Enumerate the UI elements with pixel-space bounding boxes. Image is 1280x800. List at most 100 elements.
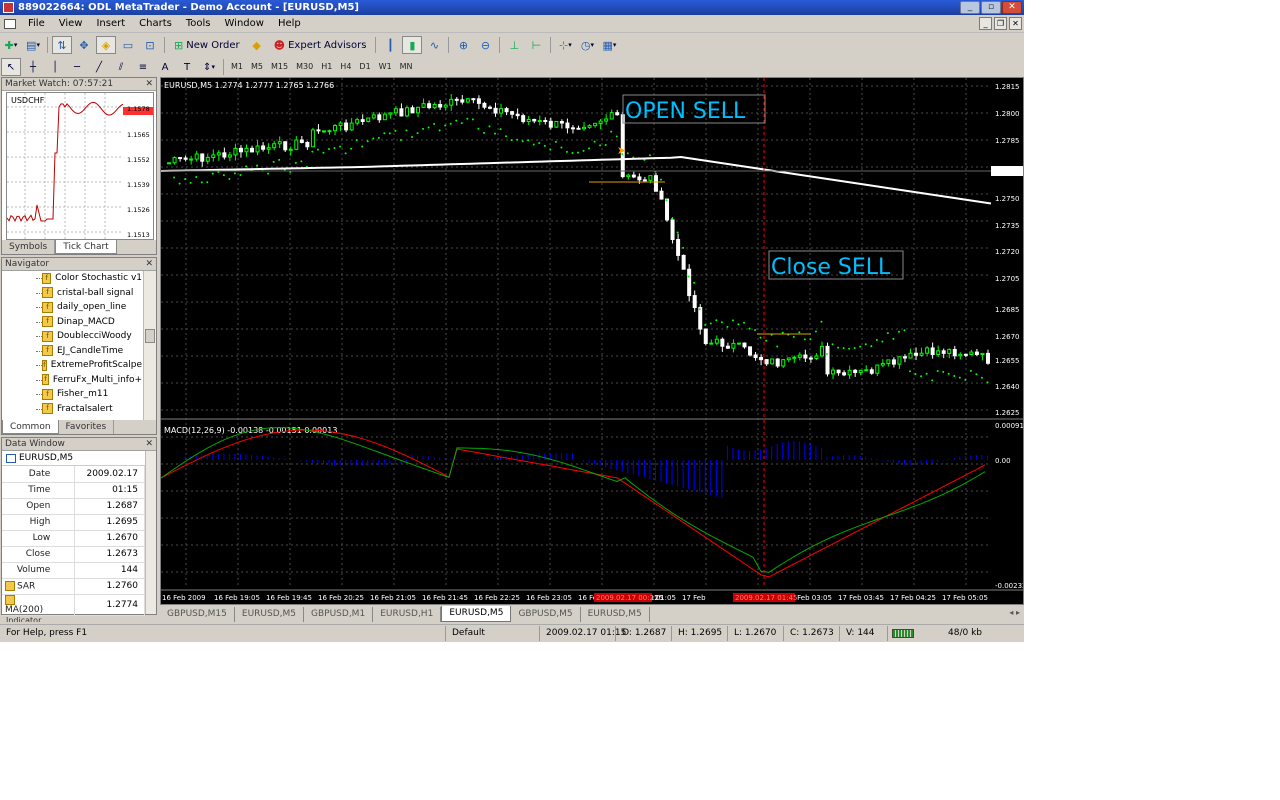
strategy-tester-button[interactable]: ⊡ (140, 36, 160, 54)
navigator-scrollbar[interactable] (143, 271, 156, 421)
navigator-item[interactable]: f cristal-ball signal (2, 286, 142, 301)
navigator-item[interactable]: f ExtremeProfitScalpe (2, 358, 142, 373)
candle-body (349, 122, 354, 131)
data-window-button[interactable]: ◈ (96, 36, 116, 54)
price-axis-label: 1.2785 (995, 137, 1020, 145)
minimize-icon[interactable]: _ (960, 1, 980, 14)
navigator-button[interactable]: ✥ (74, 36, 94, 54)
chart-tab[interactable]: EURUSD,M5 (235, 607, 305, 622)
timeframe-mn-button[interactable]: MN (396, 59, 417, 75)
profiles-button[interactable]: ▤ ▾ (23, 36, 43, 54)
cursor-button[interactable]: ↖ (1, 58, 21, 76)
navigator-item[interactable]: f Fisher_m11 (2, 387, 142, 402)
sar-dot (521, 140, 524, 143)
sar-dot (294, 161, 297, 164)
crosshair-button[interactable]: ┼ (23, 58, 43, 76)
expert-advisors-button[interactable]: ☻ Expert Advisors (269, 36, 372, 54)
indicators-button[interactable]: ⊹ ▾ (555, 36, 575, 54)
zoom-in-button[interactable]: ⊕ (453, 36, 473, 54)
horizontal-line-button[interactable]: ─ (67, 58, 87, 76)
time-axis-label: 16 Feb 19:45 (266, 594, 312, 602)
menu-view[interactable]: View (52, 15, 90, 33)
sar-dot (754, 328, 757, 331)
arrows-button[interactable]: ⇕ ▾ (199, 58, 219, 76)
chart-tab[interactable]: EURUSD,M5 (581, 607, 650, 622)
data-window-scrollbar[interactable] (145, 451, 156, 614)
menu-charts[interactable]: Charts (132, 15, 179, 33)
sar-dot (842, 347, 845, 350)
maximize-icon[interactable]: ▫ (981, 1, 1001, 14)
text-button[interactable]: A (155, 58, 175, 76)
navigator-item-label: Fisher_m11 (57, 389, 109, 400)
sar-dot (411, 136, 413, 139)
navigator-item[interactable]: f Dinap_MACD (2, 315, 142, 330)
tab-scroll-arrows-icon[interactable]: ◂ ▸ (1009, 608, 1020, 617)
fibonacci-button[interactable]: ≡ (133, 58, 153, 76)
timeframe-w1-button[interactable]: W1 (375, 59, 396, 75)
text-label-button[interactable]: T (177, 58, 197, 76)
tab-tick-chart[interactable]: Tick Chart (55, 240, 117, 254)
chart-tab-active[interactable]: EURUSD,M5 (441, 606, 512, 622)
zoom-out-button[interactable]: ⊖ (475, 36, 495, 54)
menu-file[interactable]: File (21, 15, 52, 33)
auto-scroll-button[interactable]: ⊥ (504, 36, 524, 54)
metatrader-window: 889022664: ODL MetaTrader - Demo Account… (0, 0, 1024, 642)
navigator-item[interactable]: f EJ_CandleTime (2, 344, 142, 359)
mdi-close-icon[interactable]: ✕ (1009, 17, 1022, 30)
menu-help[interactable]: Help (271, 15, 308, 33)
navigator-item[interactable]: f Color Stochastic v1 (2, 271, 142, 286)
candle-body (681, 254, 686, 270)
timeframe-h1-button[interactable]: H1 (317, 59, 336, 75)
candlestick-button[interactable]: ▮ (402, 36, 423, 54)
menu-window[interactable]: Window (218, 15, 271, 33)
trendline-button[interactable]: ╱ (89, 58, 109, 76)
close-icon[interactable]: ✕ (145, 78, 153, 91)
templates-button[interactable]: ▦ ▾ (599, 36, 619, 54)
close-icon[interactable]: ✕ (145, 438, 153, 451)
close-icon[interactable]: ✕ (145, 258, 153, 271)
menu-insert[interactable]: Insert (89, 15, 132, 33)
close-icon[interactable]: ✕ (1002, 1, 1022, 14)
mdi-restore-icon[interactable]: ❐ (994, 17, 1007, 30)
chart-tab[interactable]: GBPUSD,M1 (304, 607, 374, 622)
channel-button[interactable]: ⫽ (111, 58, 131, 76)
timeframe-m1-button[interactable]: M1 (227, 59, 247, 75)
tab-common[interactable]: Common (2, 420, 59, 434)
navigator-item[interactable]: f FerruFx_Multi_info+ (2, 373, 142, 388)
chart-tab[interactable]: GBPUSD,M5 (511, 607, 581, 622)
vertical-line-button[interactable]: │ (45, 58, 65, 76)
document-icon[interactable] (4, 18, 16, 29)
menu-tools[interactable]: Tools (179, 15, 218, 33)
navigator-item[interactable]: f daily_open_line (2, 300, 142, 315)
timeframe-h4-button[interactable]: H4 (336, 59, 355, 75)
tick-price-label: 1.1565 (127, 131, 150, 139)
chart-tab[interactable]: GBPUSD,M15 (160, 607, 235, 622)
candle-body (499, 108, 504, 114)
tab-favorites[interactable]: Favorites (59, 420, 115, 434)
metaeditor-button[interactable]: ◆ (247, 36, 267, 54)
timeframe-m5-button[interactable]: M5 (247, 59, 267, 75)
terminal-button[interactable]: ▭ (118, 36, 138, 54)
timeframe-d1-button[interactable]: D1 (355, 59, 374, 75)
timeframe-m15-button[interactable]: M15 (267, 59, 292, 75)
bar-chart-button[interactable]: ┃ (380, 36, 400, 54)
mdi-minimize-icon[interactable]: _ (979, 17, 992, 30)
sar-dot (665, 199, 668, 202)
tab-symbols[interactable]: Symbols (2, 240, 56, 254)
navigator-item[interactable]: f DoublecciWoody (2, 329, 142, 344)
market-watch-button[interactable]: ⇅ (52, 36, 72, 54)
new-order-button[interactable]: ⊞ New Order (169, 36, 245, 54)
tick-chart[interactable]: USDCHF 1.1578 1.1565 1.1552 1.1539 1.1526 1.1… (6, 92, 154, 240)
new-chart-button[interactable]: ✚ ▾ (1, 36, 21, 54)
chart-shift-button[interactable]: ⊢ (526, 36, 546, 54)
chart-window[interactable]: OPEN SELL Close SELL ➤ EURUSD,M5 1.2774 … (160, 77, 1024, 605)
chart-tab[interactable]: EURUSD,H1 (373, 607, 442, 622)
navigator-item[interactable]: f Fractalsalert (2, 402, 142, 417)
candle-body (615, 112, 620, 116)
scrollbar-thumb[interactable] (145, 329, 155, 343)
timeframe-m30-button[interactable]: M30 (292, 59, 317, 75)
periods-button[interactable]: ◷ ▾ (577, 36, 597, 54)
sar-dot (527, 139, 530, 142)
candle-body (642, 179, 647, 182)
line-chart-button[interactable]: ∿ (424, 36, 444, 54)
